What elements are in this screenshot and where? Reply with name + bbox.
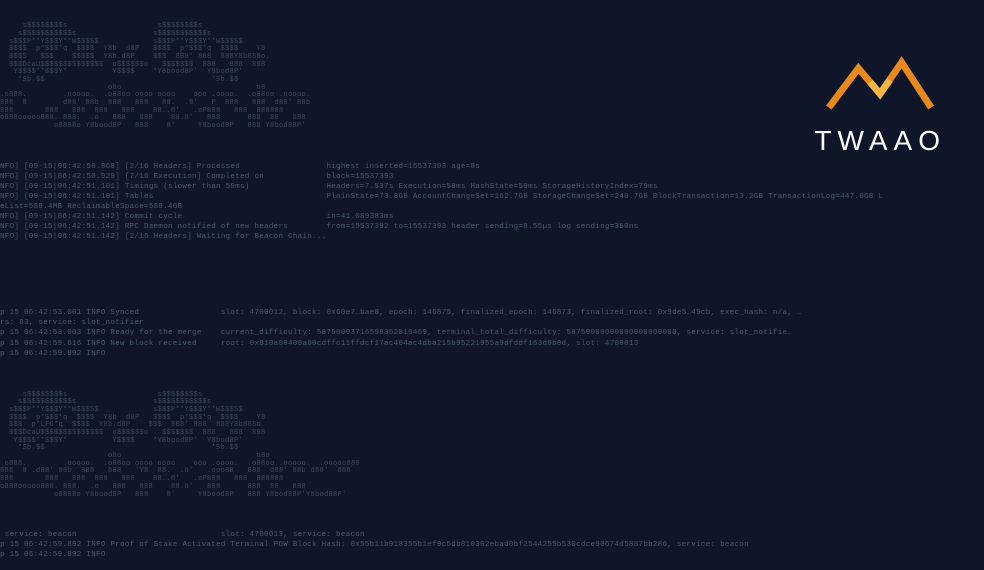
log-line: rs: 83, service: slot_notifier [0,318,984,328]
log-line: p 15 06:42:53.001 INFO Synced slot: 4700… [0,308,984,318]
log-line: NFO] [09-15|06:42:51.101] Timings (slowe… [0,182,984,192]
log-line: NFO] [09-15|06:42:51.142] [2/16 Headers]… [0,232,984,242]
log-line: NFO] [09-15|06:42:51.142] Commit cycle i… [0,212,984,222]
log-line: NFO] [09-15|06:42:50.929] [7/16 Executio… [0,172,984,182]
log-line: NFO] [09-15|06:42:51.142] RPC Daemon not… [0,222,984,232]
log-line: NFO] [09-15|06:42:50.868] [2/16 Headers]… [0,162,984,172]
log-line: service: beacon slot: 4700013, service: … [0,530,984,540]
log-block-2: p 15 06:42:53.001 INFO Synced slot: 4700… [0,308,984,359]
log-line: eList=588.4MB ReclaimableSpace=588.4GB [0,202,984,212]
log-block-1: NFO] [09-15|06:42:50.868] [2/16 Headers]… [0,162,984,243]
log-block-3: service: beacon slot: 4700013, service: … [0,530,984,560]
mountain-logo-icon [821,50,939,120]
log-line: p 15 06:42:59.892 INFO [0,550,984,560]
log-line: NFO] [09-15|06:42:51.101] Tables PlainSt… [0,192,984,202]
log-line: p 15 06:42:53.003 INFO Ready for the mer… [0,328,984,338]
log-line: p 15 06:42:59.616 INFO New block receive… [0,339,984,349]
ascii-art-bear-2: s$$$$$$$$s s$$$$$$$$s s$$$$$$$$$$$s s$$$… [0,392,984,500]
log-line: p 15 06:42:59.892 INFO Proof of Stake Ac… [0,540,984,550]
brand-logo: TWAAO [814,50,946,158]
log-line: p 15 06:42:59.892 INFO [0,349,984,359]
brand-name: TWAAO [814,124,946,158]
